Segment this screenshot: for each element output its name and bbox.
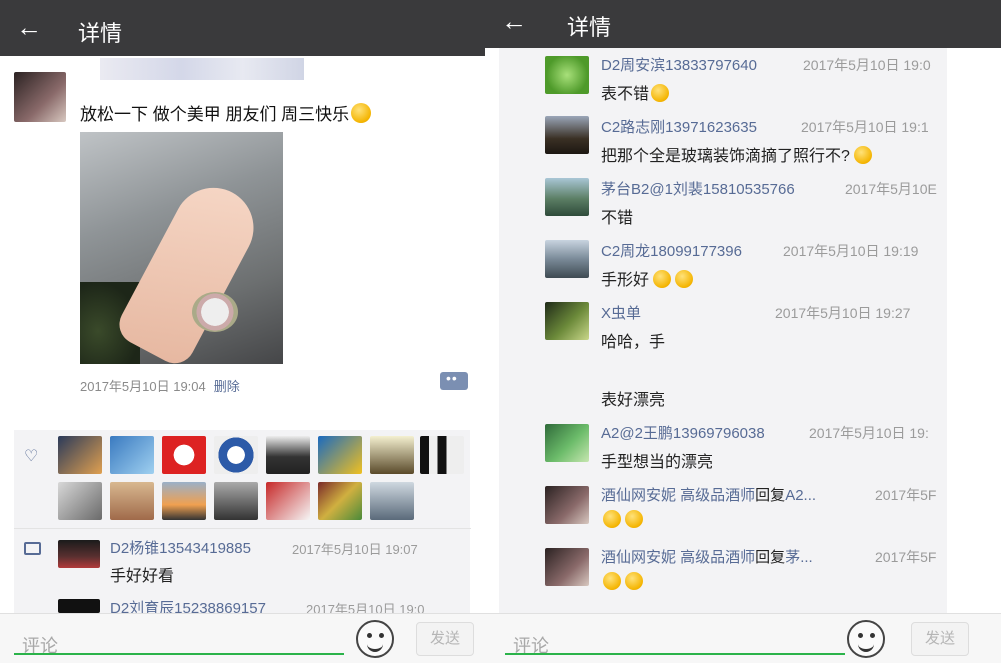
page-title: 详情 xyxy=(78,21,123,46)
delete-link[interactable]: 删除 xyxy=(214,379,240,394)
commenter-avatar[interactable] xyxy=(58,599,100,613)
liker-avatar[interactable] xyxy=(370,482,414,520)
comment-author[interactable]: 茅台B2@1刘裴15810535766 xyxy=(601,178,795,199)
send-button[interactable]: 发送 xyxy=(911,622,969,656)
poster-avatar[interactable] xyxy=(14,72,66,122)
right-detail-screen: ← 详情 D2周安滨13833797640 2017年5月10日 19:0 表不… xyxy=(485,0,1001,663)
smile-emoji-icon xyxy=(351,103,372,123)
comment-input-bar: 评论 发送 xyxy=(485,613,1001,663)
liker-avatar[interactable] xyxy=(162,436,206,474)
comment-text: 手形好 xyxy=(601,266,694,290)
comment-author[interactable]: 酒仙网安妮 高级品酒师回复茅... xyxy=(601,546,813,567)
photo-watch xyxy=(192,292,238,332)
input-underline xyxy=(14,653,344,655)
commenter-avatar[interactable] xyxy=(58,540,100,568)
comment-author[interactable]: D2周安滨13833797640 xyxy=(601,54,757,75)
photo-hand xyxy=(112,173,268,364)
liker-avatar[interactable] xyxy=(420,436,464,474)
liker-avatar[interactable] xyxy=(318,482,362,520)
comment-time: 2017年5月10E xyxy=(845,181,937,197)
comment-text xyxy=(601,572,643,592)
comment-time: 2017年5月10日 19: xyxy=(809,425,929,441)
comment-author[interactable]: D2杨锥13543419885 xyxy=(110,537,251,558)
comment-author[interactable]: A2@2王鹏13969796038 xyxy=(601,422,765,443)
commenter-avatar[interactable] xyxy=(545,178,589,216)
more-comment-icon[interactable] xyxy=(440,370,468,390)
comment-text: 表不错 xyxy=(601,80,670,104)
screenshot-composite: ← 详情 放松一下 做个美甲 朋友们 周三快乐 2017年5月10日 19:04… xyxy=(0,0,1001,663)
divider xyxy=(14,528,471,529)
comment-text-continued: 表好漂亮 xyxy=(601,392,666,409)
liker-avatar[interactable] xyxy=(58,436,102,474)
comment-author[interactable]: C2周龙18099177396 xyxy=(601,240,742,261)
comment-time: 2017年5F xyxy=(875,549,937,565)
comment-time: 2017年5月10日 19:19 xyxy=(783,243,919,259)
left-header: ← 详情 xyxy=(0,0,485,56)
comment-author[interactable]: C2路志刚13971623635 xyxy=(601,116,757,137)
comment-time: 2017年5月10日 19:0 xyxy=(803,57,931,73)
back-arrow-icon[interactable]: ← xyxy=(16,14,42,40)
heart-icon: ♡ xyxy=(24,448,39,465)
post-meta: 2017年5月10日 19:04 删除 xyxy=(80,376,240,395)
comment-text: 把那个全是玻璃装饰滴摘了照行不? xyxy=(601,142,872,166)
comment-time: 2017年5月10日 19:07 xyxy=(292,542,418,557)
liker-avatar[interactable] xyxy=(110,436,154,474)
emoji-face-icon[interactable] xyxy=(847,620,885,658)
liker-avatar[interactable] xyxy=(58,482,102,520)
smile-emoji-icon xyxy=(603,510,621,528)
commenter-avatar[interactable] xyxy=(545,486,589,524)
comment-author[interactable]: 酒仙网安妮 高级品酒师回复A2... xyxy=(601,484,816,505)
post-photo[interactable] xyxy=(80,132,283,364)
post-text: 放松一下 做个美甲 朋友们 周三快乐 xyxy=(80,100,372,125)
comment-time: 2017年5F xyxy=(875,487,937,503)
comment-text: 不错 xyxy=(601,210,634,227)
comment-author[interactable]: X虫单 xyxy=(601,302,641,323)
commenter-avatar[interactable] xyxy=(545,548,589,586)
commenter-avatar[interactable] xyxy=(545,424,589,462)
liker-avatar[interactable] xyxy=(266,482,310,520)
smile-emoji-icon xyxy=(651,84,670,102)
back-arrow-icon[interactable]: ← xyxy=(501,8,527,34)
liker-avatar[interactable] xyxy=(162,482,206,520)
comment-time: 2017年5月10日 19:1 xyxy=(801,119,929,135)
input-underline xyxy=(505,653,845,655)
liker-avatar[interactable] xyxy=(214,436,258,474)
cool-emoji-icon xyxy=(853,146,872,164)
post-text-content: 放松一下 做个美甲 朋友们 周三快乐 xyxy=(80,105,350,124)
comment-bubble-icon xyxy=(24,542,41,555)
commenter-avatar[interactable] xyxy=(545,240,589,278)
comment-input-bar: 评论 发送 xyxy=(0,613,485,663)
commenter-avatar[interactable] xyxy=(545,302,589,340)
commenter-avatar[interactable] xyxy=(545,56,589,94)
liker-avatar[interactable] xyxy=(370,436,414,474)
page-title: 详情 xyxy=(567,15,612,40)
liker-avatar[interactable] xyxy=(266,436,310,474)
emoji-face-icon[interactable] xyxy=(356,620,394,658)
commenter-avatar[interactable] xyxy=(545,116,589,154)
liker-avatar[interactable] xyxy=(318,436,362,474)
comment-text xyxy=(601,510,643,530)
smile-emoji-icon xyxy=(603,572,621,590)
liker-avatar[interactable] xyxy=(110,482,154,520)
post-time: 2017年5月10日 19:04 xyxy=(80,379,206,394)
heart-eyes-emoji-icon xyxy=(675,270,694,288)
smile-emoji-icon xyxy=(625,572,643,590)
left-detail-screen: ← 详情 放松一下 做个美甲 朋友们 周三快乐 2017年5月10日 19:04… xyxy=(0,0,485,663)
comment-text: 手好好看 xyxy=(110,568,175,585)
send-button[interactable]: 发送 xyxy=(416,622,474,656)
right-header: ← 详情 xyxy=(485,0,1001,48)
liker-avatar[interactable] xyxy=(214,482,258,520)
comment-text: 手型想当的漂亮 xyxy=(601,454,714,471)
heart-eyes-emoji-icon xyxy=(653,270,672,288)
blurred-poster-name xyxy=(100,58,304,80)
comment-text: 哈哈，手 xyxy=(601,334,666,351)
smile-emoji-icon xyxy=(625,510,643,528)
comment-time: 2017年5月10日 19:27 xyxy=(775,305,911,321)
